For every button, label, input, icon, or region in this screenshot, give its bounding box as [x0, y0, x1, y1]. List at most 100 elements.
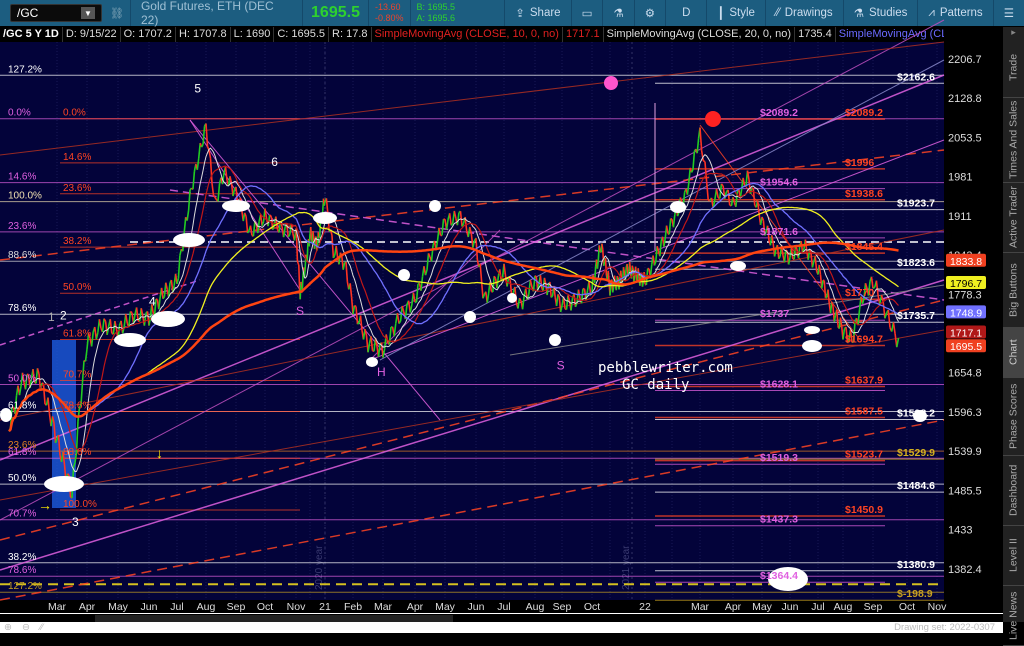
wave-label: 1 — [48, 310, 55, 324]
side-tab-active-trader[interactable]: Active Trader — [1003, 183, 1024, 253]
menu-icon: ☰ — [1004, 6, 1014, 20]
price-bar — [130, 312, 132, 313]
price-badge-value: 1717.1 — [950, 327, 982, 339]
time-axis-tick: Mar — [48, 601, 67, 613]
right-side-tabs: ▸TradeTimes And SalesActive TraderBig Bu… — [1003, 27, 1024, 622]
zoom-out-icon[interactable]: ⊖ — [22, 622, 30, 633]
price-level-label: $1871.6 — [760, 226, 798, 238]
fib-level-label: 14.6% — [8, 172, 36, 183]
fib-level-label: 61.8% — [8, 447, 36, 458]
price-level-label: $1845.4 — [845, 241, 883, 253]
fib-level-label: 88.6% — [63, 447, 91, 458]
price-bar — [535, 276, 536, 277]
highlight-marker — [44, 476, 84, 492]
price-bar — [301, 282, 302, 284]
price-bar — [703, 161, 705, 162]
time-axis-tick: Nov — [287, 601, 306, 613]
price-bar — [307, 243, 308, 261]
price-bar — [156, 299, 157, 300]
highlight-marker — [313, 212, 337, 224]
price-bar — [613, 287, 614, 292]
side-tab-big-buttons[interactable]: Big Buttons — [1003, 253, 1024, 328]
price-axis-tick: 1981 — [948, 172, 972, 184]
side-tab-phase-scores[interactable]: Phase Scores — [1003, 378, 1024, 456]
price-badge-value: 1695.5 — [950, 341, 982, 353]
price-bar — [299, 265, 300, 287]
time-axis-tick: Apr — [725, 601, 742, 613]
time-axis-tick: May — [752, 601, 773, 613]
bottom-bar: ⊕ ⊖ ⁄⁄ Drawing set: 2022-0307 — [0, 622, 1003, 633]
side-tab-dashboard[interactable]: Dashboard — [1003, 456, 1024, 526]
price-bar — [632, 266, 633, 269]
time-axis-tick: Nov — [928, 601, 947, 613]
highlight-marker — [507, 293, 517, 303]
price-axis-tick: 2206.7 — [948, 54, 982, 66]
price-axis-tick: 1911 — [948, 211, 972, 223]
price-axis-tick: 1778.3 — [948, 289, 982, 301]
fib-level-label: 70.7% — [63, 370, 91, 381]
watermark-site: pebblewriter.com — [598, 360, 733, 376]
drawing-tool-icon[interactable]: ⁄⁄ — [40, 622, 43, 633]
horizontal-scrollbar[interactable] — [0, 613, 1003, 622]
price-bar — [163, 297, 164, 299]
fib-level-label: 61.8% — [8, 400, 36, 411]
price-axis-tick: 1539.9 — [948, 446, 982, 458]
collapse-icon[interactable]: ▸ — [1003, 27, 1024, 38]
price-level-label: $1637.9 — [845, 375, 883, 387]
price-bar — [599, 245, 600, 251]
price-bar — [604, 261, 605, 265]
time-axis-tick: Apr — [407, 601, 424, 613]
fib-level-label: 0.0% — [8, 108, 31, 119]
time-axis-tick: Mar — [691, 601, 710, 613]
price-badge-value: 1833.8 — [950, 256, 982, 268]
fib-level-label: 70.7% — [8, 509, 36, 520]
price-bar — [595, 267, 596, 283]
highlight-marker — [730, 261, 746, 271]
time-axis-tick: Jul — [811, 601, 824, 613]
highlight-marker — [151, 311, 185, 327]
price-badge-value: 1796.7 — [950, 278, 982, 290]
price-level-label: $2089.2 — [845, 107, 883, 119]
price-bar — [617, 276, 618, 278]
side-tab-trade[interactable]: Trade — [1003, 38, 1024, 98]
fib-level-label: 50.0% — [63, 282, 91, 293]
side-tab-level-ii[interactable]: Level II — [1003, 526, 1024, 586]
price-level-label: $-198.9 — [897, 588, 933, 600]
price-bar — [313, 231, 314, 238]
time-axis-tick: Jul — [497, 601, 510, 613]
scrollbar-thumb[interactable] — [95, 615, 453, 622]
fib-level-label: 127.2% — [8, 64, 42, 75]
drawing-set-label[interactable]: Drawing set: 2022-0307 — [894, 622, 995, 633]
price-level-label: $2162.6 — [897, 71, 935, 83]
price-axis-tick: 1382.4 — [948, 564, 982, 576]
price-bar — [270, 215, 272, 216]
side-tab-chart[interactable]: Chart — [1003, 328, 1024, 378]
price-level-label: $1996 — [845, 157, 874, 169]
time-axis-tick: 22 — [639, 601, 651, 613]
price-chart[interactable]: 2020 year2021 year↓→127.2%0.0%0.0%14.6%1… — [0, 0, 1003, 613]
fib-level-label: 14.6% — [63, 152, 91, 163]
fib-level-label: 50.0% — [8, 473, 36, 484]
fib-level-label: 23.6% — [63, 183, 91, 194]
side-tab-times-and-sales[interactable]: Times And Sales — [1003, 98, 1024, 183]
price-bar — [68, 474, 70, 475]
highlight-marker — [173, 233, 205, 247]
zoom-in-icon[interactable]: ⊕ — [4, 622, 12, 633]
highlight-marker — [222, 200, 250, 212]
time-axis-tick: Oct — [899, 601, 915, 613]
price-bar — [42, 383, 44, 384]
price-bar — [311, 227, 312, 240]
wave-label: 6 — [271, 155, 278, 169]
price-level-label: $1484.6 — [897, 480, 935, 492]
wave-label: 5 — [194, 81, 201, 95]
price-level-label: $1587.5 — [845, 405, 883, 417]
price-axis-tick: 2053.5 — [948, 132, 982, 144]
side-tab-live-news[interactable]: Live News — [1003, 586, 1024, 646]
price-level-label: $1823.6 — [897, 257, 935, 269]
price-bar — [318, 232, 319, 237]
fib-level-label: 50.0% — [8, 374, 36, 385]
arrow-down-icon: ↓ — [156, 445, 163, 461]
highlight-marker — [114, 333, 146, 347]
time-axis-tick: Oct — [584, 601, 600, 613]
wave-label: 2 — [60, 308, 67, 322]
